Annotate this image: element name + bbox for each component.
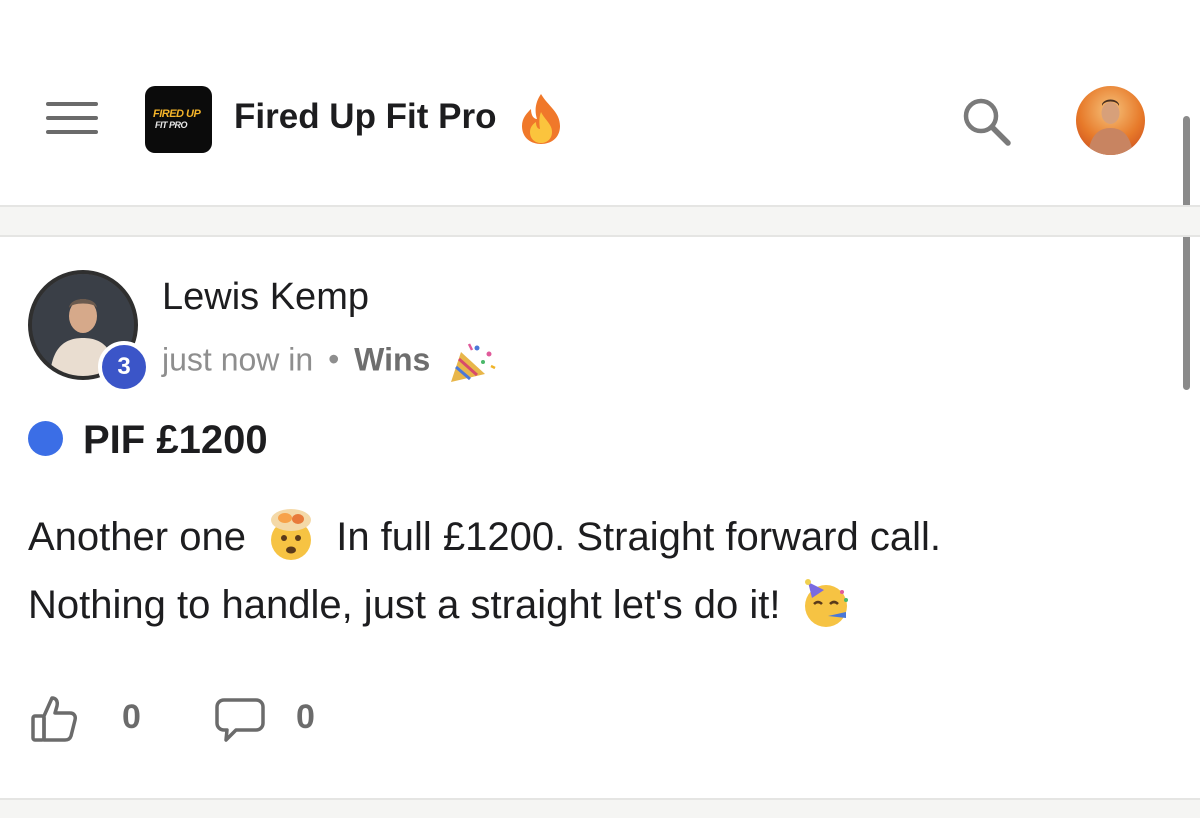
post-meta: just now in • Wins bbox=[162, 340, 497, 384]
post-title[interactable]: PIF £1200 bbox=[28, 418, 268, 463]
comment-icon[interactable] bbox=[214, 696, 266, 744]
exploding-head-emoji-icon bbox=[271, 509, 312, 561]
comment-count: 0 bbox=[296, 698, 315, 736]
community-logo[interactable]: FIRED UP FIT PRO bbox=[145, 86, 212, 153]
meta-separator: • bbox=[328, 341, 340, 378]
author-name[interactable]: Lewis Kemp bbox=[162, 276, 369, 319]
user-avatar[interactable] bbox=[1076, 86, 1145, 155]
feed-divider-bottom bbox=[0, 798, 1200, 818]
logo-line-1: FIRED UP bbox=[153, 108, 201, 120]
party-popper-icon bbox=[451, 343, 496, 382]
hamburger-menu-icon[interactable] bbox=[46, 102, 98, 136]
post-body-text-1: Another one bbox=[28, 515, 246, 559]
app-header: FIRED UP FIT PRO Fired Up Fit Pro bbox=[0, 0, 1200, 205]
scrollbar[interactable] bbox=[1183, 116, 1190, 390]
unread-indicator bbox=[28, 420, 63, 456]
category-link[interactable]: Wins bbox=[354, 341, 430, 377]
like-icon[interactable] bbox=[30, 694, 80, 744]
search-icon[interactable] bbox=[960, 96, 1014, 148]
post-title-text: PIF £1200 bbox=[83, 418, 268, 462]
user-avatar-image bbox=[1088, 99, 1133, 155]
post-body: Another one In full £1200. Straight forw… bbox=[28, 503, 1148, 639]
like-count: 0 bbox=[122, 698, 141, 736]
post-body-text-3: Nothing to handle, just a straight let's… bbox=[28, 583, 781, 627]
partying-face-emoji-icon bbox=[804, 579, 848, 628]
logo-line-2: FIT PRO bbox=[155, 120, 188, 130]
post-time: just now in bbox=[162, 341, 314, 378]
community-title[interactable]: Fired Up Fit Pro bbox=[234, 97, 497, 137]
post-body-text-2: In full £1200. Straight forward call. bbox=[336, 515, 941, 559]
fire-icon bbox=[522, 94, 560, 144]
level-badge: 3 bbox=[98, 341, 150, 393]
feed-divider bbox=[0, 205, 1200, 237]
